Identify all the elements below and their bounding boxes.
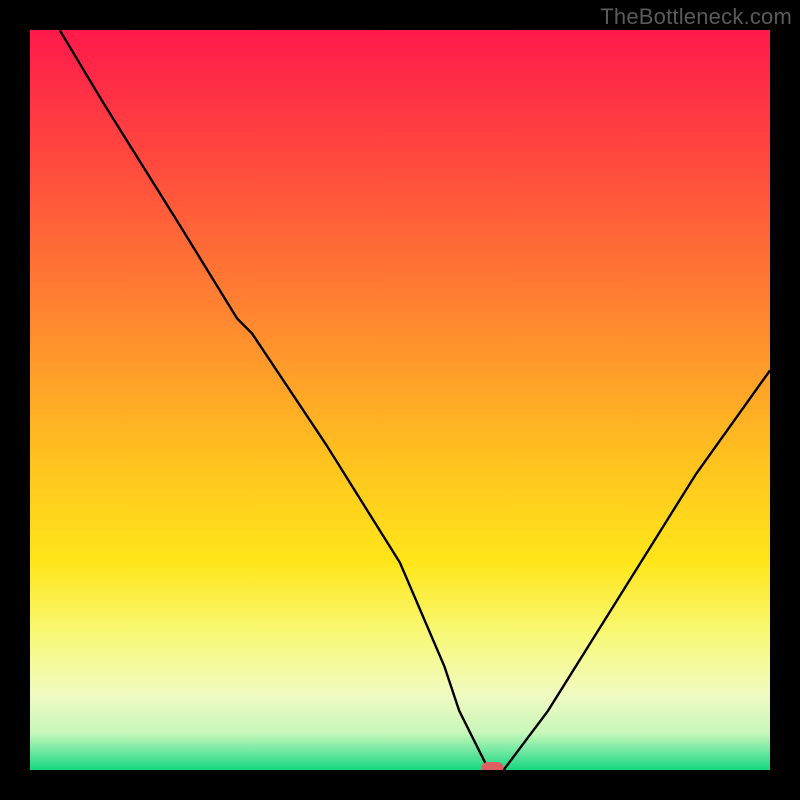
- bottleneck-chart-svg: [30, 30, 770, 770]
- optimum-marker: [482, 762, 504, 770]
- plot-area: [30, 30, 770, 770]
- chart-frame: TheBottleneck.com: [0, 0, 800, 800]
- watermark-text: TheBottleneck.com: [600, 4, 792, 30]
- gradient-background: [30, 30, 770, 770]
